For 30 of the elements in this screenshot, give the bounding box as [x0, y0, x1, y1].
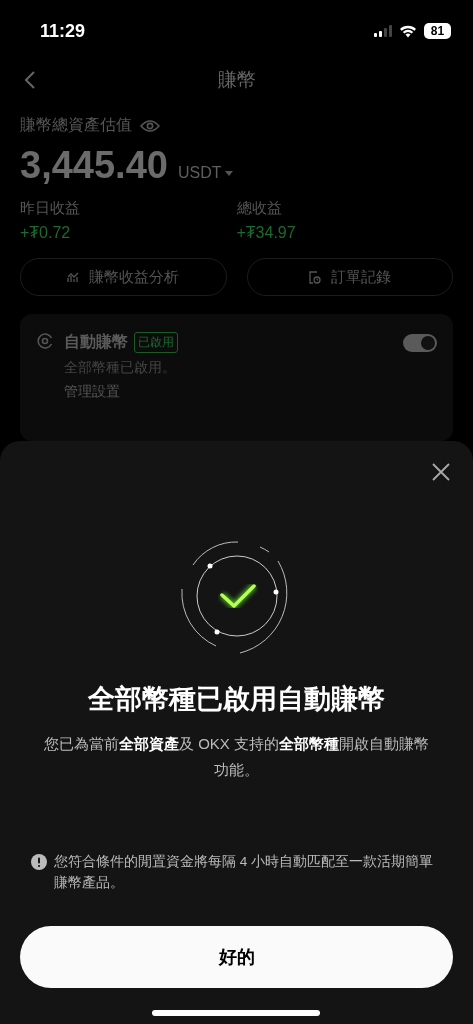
stat-value: +₮0.72: [20, 224, 72, 242]
signal-icon: [374, 25, 392, 37]
sheet-description: 您已為當前全部資產及 OKX 支持的全部幣種開啟自動賺幣功能。: [43, 734, 430, 780]
battery-icon: 81: [424, 23, 451, 39]
caret-icon: [225, 170, 234, 176]
action-button[interactable]: 訂單記錄: [246, 258, 453, 296]
info-note: 您符合條件的閒置資金將每隔 4 小時自動匹配至一款活期簡單賺幣產品。: [54, 853, 433, 892]
auto-earn-title: 自動賺幣: [64, 332, 128, 352]
close-icon[interactable]: [432, 463, 450, 481]
target-icon: [36, 332, 54, 350]
status-time: 11:29: [40, 20, 86, 42]
toggle-switch[interactable]: [403, 334, 437, 352]
page-title: 賺幣: [216, 68, 257, 92]
asset-label: 賺幣總資產估值: [20, 115, 132, 135]
document-clock-icon: [308, 270, 322, 284]
info-icon: [31, 854, 47, 870]
currency-selector[interactable]: USDT: [177, 164, 234, 182]
status-badge: 已啟用: [134, 332, 178, 353]
confirm-button[interactable]: 好的: [20, 926, 453, 988]
stat-label: 昨日收益: [20, 199, 81, 218]
wifi-icon: [399, 24, 417, 38]
eye-icon[interactable]: [140, 118, 160, 133]
manage-link[interactable]: 管理設置: [64, 383, 393, 401]
stat-label: 總收益: [236, 199, 283, 218]
sheet-title: 全部幣種已啟用自動賺幣: [88, 683, 385, 716]
stat-value: +₮34.97: [236, 224, 297, 242]
chart-icon: [67, 271, 80, 283]
asset-amount: 3,445.40: [20, 144, 168, 187]
back-icon[interactable]: [24, 70, 36, 90]
action-button[interactable]: 賺幣收益分析: [20, 258, 227, 296]
